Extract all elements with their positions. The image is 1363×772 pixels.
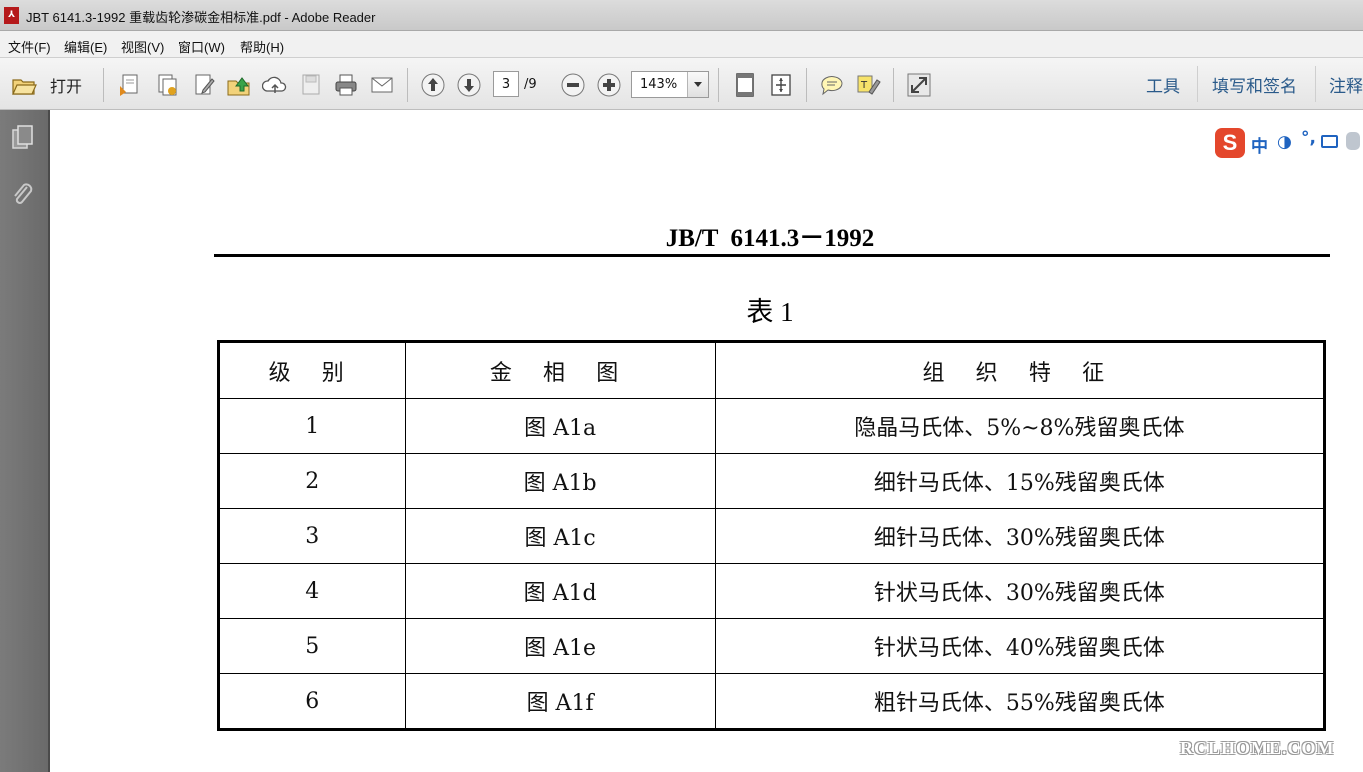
- grade-cell: 2: [218, 453, 406, 509]
- next-page-icon[interactable]: [456, 72, 482, 98]
- adobe-reader-icon: ⅄: [4, 7, 19, 24]
- create-pdf-icon[interactable]: [117, 72, 143, 98]
- open-folder-icon[interactable]: [11, 72, 37, 98]
- tools-pane-button[interactable]: 工具: [1146, 72, 1180, 97]
- menu-edit[interactable]: 编辑(E): [64, 37, 107, 56]
- menu-view[interactable]: 视图(V): [121, 37, 164, 56]
- svg-text:T: T: [860, 80, 868, 91]
- column-header-structure: 组 织 特 征: [714, 341, 1326, 399]
- table-row: 5图 A1e 针状马氏体、40%残留奥氏体: [218, 618, 1326, 674]
- toolbar-separator: [103, 68, 104, 102]
- zoom-select[interactable]: 143%: [631, 71, 709, 98]
- zoom-in-icon[interactable]: [596, 72, 622, 98]
- menu-file[interactable]: 文件(F): [8, 37, 51, 56]
- save-disk-icon[interactable]: [298, 72, 324, 98]
- menu-window[interactable]: 窗口(W): [178, 37, 225, 56]
- chevron-down-icon[interactable]: [687, 72, 708, 97]
- structure-cell: 隐晶马氏体、5%~8%残留奥氏体: [714, 398, 1326, 454]
- edit-document-icon[interactable]: [191, 72, 217, 98]
- structure-cell: 细针马氏体、30%残留奥氏体: [714, 508, 1326, 564]
- open-label[interactable]: 打开: [50, 73, 82, 97]
- table-row: 1图 A1a 隐晶马氏体、5%~8%残留奥氏体: [218, 398, 1326, 454]
- site-watermark: RCLHOME.COM: [1180, 738, 1335, 758]
- window-title: JBT 6141.3-1992 重载齿轮渗碳金相标准.pdf - Adobe R…: [26, 10, 376, 25]
- menu-help[interactable]: 帮助(H): [240, 37, 284, 56]
- micrograph-cell: 图 A1f: [404, 673, 716, 730]
- fit-page-icon[interactable]: [732, 72, 758, 98]
- grade-cell: 4: [218, 563, 406, 619]
- table-row: 3图 A1c 细针马氏体、30%残留奥氏体: [218, 508, 1326, 564]
- micrograph-cell: 图 A1e: [404, 618, 716, 674]
- attachments-paperclip-icon[interactable]: [10, 182, 36, 210]
- table-row: 6图 A1f 粗针马氏体、55%残留奥氏体: [218, 673, 1326, 730]
- fit-width-icon[interactable]: [768, 72, 794, 98]
- structure-cell: 针状马氏体、30%残留奥氏体: [714, 563, 1326, 619]
- upload-cloud-icon[interactable]: [262, 72, 288, 98]
- toolbar-separator: [806, 68, 807, 102]
- table-row: 2图 A1b 细针马氏体、15%残留奥氏体: [218, 453, 1326, 509]
- micrograph-cell: 图 A1b: [404, 453, 716, 509]
- grade-cell: 6: [218, 673, 406, 730]
- page-total: /9: [524, 77, 537, 92]
- zoom-out-icon[interactable]: [560, 72, 586, 98]
- page-thumbnails-icon[interactable]: [10, 124, 36, 152]
- highlight-text-icon[interactable]: T: [855, 72, 881, 98]
- toolbar-separator: [718, 68, 719, 102]
- structure-cell: 细针马氏体、15%残留奥氏体: [714, 453, 1326, 509]
- ime-punctuation-icon[interactable]: °,: [1301, 128, 1316, 148]
- column-header-micrograph: 金 相 图: [404, 341, 716, 399]
- ime-halfwidth-moon-icon[interactable]: ◑: [1277, 132, 1292, 152]
- ime-status-bar[interactable]: S 中 ◑ °,: [1215, 126, 1363, 160]
- toolbar-separator: [407, 68, 408, 102]
- email-icon[interactable]: [369, 72, 395, 98]
- grade-cell: 5: [218, 618, 406, 674]
- menu-bar: 文件(F) 编辑(E) 视图(V) 窗口(W) 帮助(H): [0, 31, 1363, 58]
- page-number-input[interactable]: 3: [493, 71, 519, 97]
- toolbar-separator: [1315, 66, 1316, 102]
- comment-bubble-icon[interactable]: [819, 72, 845, 98]
- zoom-value: 143%: [640, 77, 678, 92]
- grade-cell: 1: [218, 398, 406, 454]
- export-folder-icon[interactable]: [226, 72, 252, 98]
- micrograph-cell: 图 A1c: [404, 508, 716, 564]
- standard-number-header: JB/T 6141.3－1992: [665, 225, 875, 252]
- ime-keyboard-icon[interactable]: [1321, 135, 1338, 148]
- title-bar: ⅄ JBT 6141.3-1992 重载齿轮渗碳金相标准.pdf - Adobe…: [0, 0, 1363, 31]
- navigation-sidebar: [0, 110, 50, 772]
- structure-cell: 针状马氏体、40%残留奥氏体: [714, 618, 1326, 674]
- column-header-grade: 级 别: [218, 341, 406, 399]
- micrograph-cell: 图 A1a: [404, 398, 716, 454]
- header-rule: [214, 254, 1330, 257]
- toolbar-separator: [1197, 66, 1198, 102]
- table-row: 4图 A1d 针状马氏体、30%残留奥氏体: [218, 563, 1326, 619]
- combine-files-icon[interactable]: [154, 72, 180, 98]
- print-icon[interactable]: [333, 72, 359, 98]
- grade-table: 级 别 金 相 图 组 织 特 征 1图 A1a 隐晶马氏体、5%~8%残留奥氏体…: [217, 340, 1326, 731]
- ime-language-toggle[interactable]: 中: [1251, 132, 1268, 157]
- sogou-logo-icon[interactable]: S: [1215, 128, 1245, 158]
- comment-pane-button[interactable]: 注释: [1329, 72, 1363, 97]
- table-header-row: 级 别 金 相 图 组 织 特 征: [218, 341, 1326, 399]
- full-screen-icon[interactable]: [906, 72, 932, 98]
- structure-cell: 粗针马氏体、55%残留奥氏体: [714, 673, 1326, 730]
- table-caption: 表 1: [746, 297, 794, 327]
- toolbar-separator: [893, 68, 894, 102]
- previous-page-icon[interactable]: [420, 72, 446, 98]
- micrograph-cell: 图 A1d: [404, 563, 716, 619]
- fill-sign-pane-button[interactable]: 填写和签名: [1212, 72, 1297, 97]
- grade-cell: 3: [218, 508, 406, 564]
- ime-settings-icon[interactable]: [1346, 132, 1360, 150]
